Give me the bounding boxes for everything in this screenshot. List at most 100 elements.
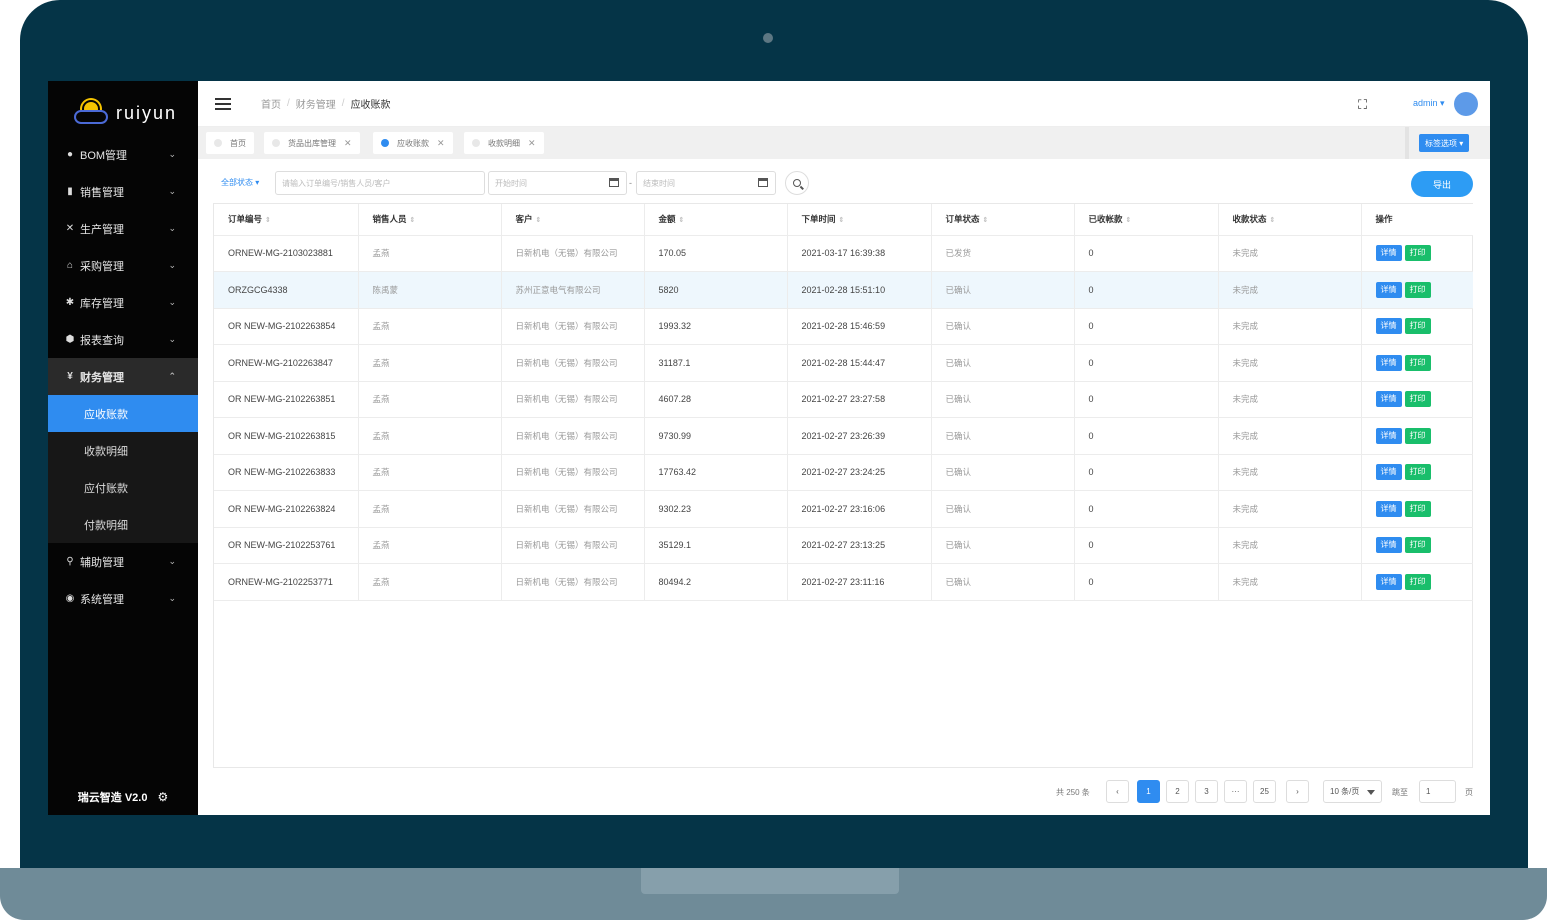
tab-dot-icon (381, 139, 389, 147)
print-button[interactable]: 打印 (1404, 427, 1431, 444)
table-row[interactable]: ORNEW-MG-2102253771 孟燕 日新机电（无锡）有限公司 80494.2… (214, 563, 1473, 601)
print-button[interactable]: 打印 (1404, 391, 1431, 408)
print-button[interactable]: 打印 (1404, 464, 1431, 481)
close-icon[interactable]: ✕ (528, 138, 536, 149)
column-header[interactable]: 下单时间 ⇕ (787, 204, 932, 236)
page-size-select[interactable]: 10 条/页 (1323, 780, 1382, 803)
table-row[interactable]: OR NEW-MG-2102263851 孟燕 日新机电（无锡）有限公司 4607.2… (214, 381, 1473, 418)
gear-icon[interactable]: ⚙ (157, 790, 168, 804)
breadcrumb-home[interactable]: 首页 (261, 96, 281, 111)
table-row[interactable]: OR NEW-MG-2102253761 孟燕 日新机电（无锡）有限公司 35129.… (214, 527, 1473, 564)
avatar[interactable] (1454, 92, 1478, 116)
export-button[interactable]: 导出 (1411, 171, 1473, 197)
column-header[interactable]: 订单编号 ⇕ (214, 204, 359, 236)
status-filter-dropdown[interactable]: 全部状态 ▾ (221, 177, 259, 188)
print-button[interactable]: 打印 (1404, 354, 1431, 371)
print-button[interactable]: 打印 (1404, 537, 1431, 554)
column-header-label: 金额 (658, 214, 676, 225)
table-row[interactable]: OR NEW-MG-2102263824 孟燕 日新机电（无锡）有限公司 9302.2… (214, 490, 1473, 528)
sort-icon[interactable]: ⇕ (679, 217, 685, 224)
logo-text: ruiyun (116, 102, 178, 123)
table-cell: ORNEW-MG-2103023881 (214, 235, 359, 272)
column-header[interactable]: 操作 (1361, 204, 1473, 236)
tab-home[interactable]: 首页 (206, 132, 254, 154)
sidebar-item-auxiliary[interactable]: ⚲ 辅助管理 ⌄ (48, 543, 198, 580)
column-header[interactable]: 客户 ⇕ (501, 204, 645, 236)
detail-button[interactable]: 详情 (1375, 281, 1402, 298)
tag-options-button[interactable]: 标签选项 ▾ (1419, 134, 1470, 152)
menu-toggle-icon[interactable] (215, 97, 231, 110)
pagination-next-button[interactable]: › (1286, 780, 1309, 803)
pagination-page-3[interactable]: 3 (1195, 780, 1218, 803)
print-button[interactable]: 打印 (1404, 245, 1431, 262)
detail-button[interactable]: 详情 (1375, 245, 1402, 262)
page-size-value: 10 条/页 (1330, 787, 1360, 796)
detail-button[interactable]: 详情 (1375, 500, 1402, 517)
sidebar-item-production[interactable]: ✕ 生产管理 ⌄ (48, 210, 198, 247)
detail-button[interactable]: 详情 (1375, 537, 1402, 554)
fullscreen-icon[interactable]: ⛶ (1358, 97, 1367, 113)
tab-receivables[interactable]: 应收账款 ✕ (373, 132, 453, 154)
sidebar-item-finance[interactable]: ¥ 财务管理 ⌃ (48, 358, 198, 395)
table-row[interactable]: ORZGCG4338 陈禹蒙 苏州正意电气有限公司 5820 2021-02-28 15… (214, 271, 1473, 309)
detail-button[interactable]: 详情 (1375, 464, 1402, 481)
detail-button[interactable]: 详情 (1375, 318, 1402, 335)
print-button[interactable]: 打印 (1404, 318, 1431, 335)
pagination-page-25[interactable]: 25 (1253, 780, 1276, 803)
print-button[interactable]: 打印 (1404, 500, 1431, 517)
print-button[interactable]: 打印 (1404, 573, 1431, 590)
table-row[interactable]: OR NEW-MG-2102263815 孟燕 日新机电（无锡）有限公司 9730.9… (214, 417, 1473, 455)
detail-button[interactable]: 详情 (1375, 354, 1402, 371)
chevron-down-icon: ⌄ (168, 297, 176, 307)
logo[interactable]: ruiyun (48, 81, 198, 131)
sidebar-item-reports[interactable]: ⬢ 报表查询 ⌄ (48, 321, 198, 358)
sidebar-item-purchase[interactable]: ⌂ 采购管理 ⌄ (48, 247, 198, 284)
pagination-page-2[interactable]: 2 (1166, 780, 1189, 803)
goto-page-input[interactable]: 1 (1419, 780, 1456, 803)
sort-icon[interactable]: ⇕ (983, 217, 989, 224)
sort-icon[interactable]: ⇕ (1270, 217, 1276, 224)
search-input[interactable]: 请输入订单编号/销售人员/客户 (275, 171, 485, 195)
pagination-prev-button[interactable]: ‹ (1106, 780, 1129, 803)
end-date-input[interactable]: 结束时间 (636, 171, 776, 195)
column-header[interactable]: 收款状态 ⇕ (1218, 204, 1362, 236)
sort-icon[interactable]: ⇕ (536, 217, 542, 224)
pagination-page-1[interactable]: 1 (1137, 780, 1160, 803)
sidebar-subitem-receivables[interactable]: 应收账款 (48, 395, 198, 432)
user-menu[interactable]: admin ▾ (1413, 98, 1445, 109)
sidebar-item-inventory[interactable]: ✱ 库存管理 ⌄ (48, 284, 198, 321)
tab-goods-outbound[interactable]: 货品出库管理 ✕ (264, 132, 360, 154)
search-button[interactable] (785, 171, 809, 195)
pagination-ellipsis[interactable]: ··· (1224, 780, 1247, 803)
table-row[interactable]: ORNEW-MG-2103023881 孟燕 日新机电（无锡）有限公司 170.05 2… (214, 235, 1473, 272)
column-header[interactable]: 订单状态 ⇕ (931, 204, 1075, 236)
detail-button[interactable]: 详情 (1375, 391, 1402, 408)
table-row[interactable]: ORNEW-MG-2102263847 孟燕 日新机电（无锡）有限公司 31187.1… (214, 344, 1473, 382)
actions-cell: 详情 打印 (1361, 454, 1473, 491)
sidebar-item-sales[interactable]: ▮ 销售管理 ⌄ (48, 173, 198, 210)
start-date-input[interactable]: 开始时间 (488, 171, 627, 195)
sort-icon[interactable]: ⇕ (410, 217, 416, 224)
sidebar-item-bom[interactable]: ● BOM管理 ⌄ (48, 136, 198, 173)
detail-button[interactable]: 详情 (1375, 427, 1402, 444)
table-row[interactable]: OR NEW-MG-2102263833 孟燕 日新机电（无锡）有限公司 17763.… (214, 454, 1473, 491)
calendar-icon[interactable] (758, 178, 768, 187)
column-header[interactable]: 已收帐款 ⇕ (1074, 204, 1219, 236)
sidebar-subitem-payables[interactable]: 应付账款 (48, 469, 198, 506)
sidebar-subitem-payment-details[interactable]: 付款明细 (48, 506, 198, 543)
print-button[interactable]: 打印 (1404, 281, 1431, 298)
sidebar-item-system[interactable]: ◉ 系统管理 ⌄ (48, 580, 198, 617)
tab-receipt-details[interactable]: 收款明细 ✕ (464, 132, 544, 154)
close-icon[interactable]: ✕ (344, 138, 352, 149)
sort-icon[interactable]: ⇕ (839, 217, 845, 224)
sort-icon[interactable]: ⇕ (265, 217, 271, 224)
table-row[interactable]: OR NEW-MG-2102263854 孟燕 日新机电（无锡）有限公司 1993.3… (214, 308, 1473, 345)
column-header[interactable]: 金额 ⇕ (644, 204, 788, 236)
detail-button[interactable]: 详情 (1375, 573, 1402, 590)
sort-icon[interactable]: ⇕ (1126, 217, 1132, 224)
close-icon[interactable]: ✕ (437, 138, 445, 149)
breadcrumb-finance[interactable]: 财务管理 (296, 96, 336, 111)
column-header[interactable]: 销售人员 ⇕ (358, 204, 502, 236)
sidebar-subitem-receipt-details[interactable]: 收款明细 (48, 432, 198, 469)
calendar-icon[interactable] (609, 178, 619, 187)
